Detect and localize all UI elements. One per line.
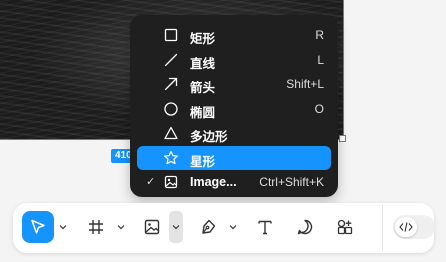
comment-icon — [297, 219, 313, 235]
pen-tool-dropdown[interactable] — [226, 211, 240, 243]
image-icon — [144, 219, 160, 235]
components-icon — [337, 219, 353, 235]
cursor-icon — [31, 219, 45, 234]
image-icon — [164, 175, 178, 189]
menu-item-rectangle[interactable]: 矩形 R — [137, 23, 331, 47]
chevron-down-icon — [117, 225, 125, 230]
menu-item-ellipse[interactable]: 椭圆 O — [137, 97, 331, 121]
menu-item-label: 直线 — [190, 56, 216, 71]
line-icon — [164, 53, 178, 66]
menu-item-image[interactable]: ✓ Image... Ctrl+Shift+K — [137, 170, 331, 194]
chevron-down-icon — [172, 225, 180, 230]
menu-item-arrow[interactable]: 箭头 Shift+L — [137, 72, 331, 96]
frame-icon — [89, 220, 103, 234]
menu-item-shortcut: Shift+L — [286, 77, 324, 91]
menu-item-shortcut: Ctrl+Shift+K — [259, 175, 324, 189]
selection-outline-right — [343, 0, 344, 139]
frame-tool-dropdown[interactable] — [114, 211, 128, 243]
chevron-down-icon — [229, 225, 237, 230]
image-tool-dropdown[interactable] — [169, 211, 183, 243]
menu-item-polygon[interactable]: 多边形 — [137, 121, 331, 145]
menu-item-shortcut: O — [314, 101, 324, 116]
menu-item-label: 多边形 — [190, 130, 228, 144]
check-icon: ✓ — [146, 176, 156, 188]
menu-item-star[interactable]: 星形 — [137, 145, 331, 170]
menu-item-label: Image... — [190, 175, 237, 189]
menu-item-shortcut: L — [317, 52, 324, 67]
text-icon — [258, 220, 272, 235]
arrow-icon — [164, 77, 178, 91]
polygon-icon — [164, 126, 178, 140]
shape-tool-menu: 矩形 R 直线 L 箭头 Shift+L 椭圆 O 多边形 星形 ✓ Image… — [130, 15, 338, 197]
dev-mode-toggle-knob — [395, 217, 417, 237]
code-icon — [399, 222, 413, 232]
star-icon — [164, 150, 178, 164]
pen-icon — [202, 219, 216, 234]
menu-item-label: 椭圆 — [190, 105, 216, 120]
pen-tool-button[interactable] — [192, 211, 224, 243]
comment-tool-button[interactable] — [289, 211, 321, 243]
dev-mode-toggle[interactable] — [393, 215, 435, 239]
move-tool-button[interactable] — [22, 211, 54, 243]
text-tool-button[interactable] — [249, 211, 281, 243]
menu-item-shortcut: R — [315, 28, 324, 42]
menu-item-label: 矩形 — [190, 32, 216, 46]
ellipse-icon — [164, 101, 178, 116]
chevron-down-icon — [59, 225, 67, 230]
selection-resize-handle[interactable] — [339, 135, 346, 142]
toolbar-divider — [382, 205, 383, 251]
image-tool-button[interactable] — [136, 211, 168, 243]
bottom-toolbar — [13, 203, 435, 253]
square-icon — [164, 28, 178, 42]
frame-tool-button[interactable] — [80, 211, 112, 243]
menu-item-line[interactable]: 直线 L — [137, 48, 331, 72]
move-tool-dropdown[interactable] — [56, 211, 70, 243]
menu-item-label: 星形 — [190, 154, 216, 169]
plugins-tool-button[interactable] — [329, 211, 361, 243]
menu-item-label: 箭头 — [190, 81, 216, 95]
